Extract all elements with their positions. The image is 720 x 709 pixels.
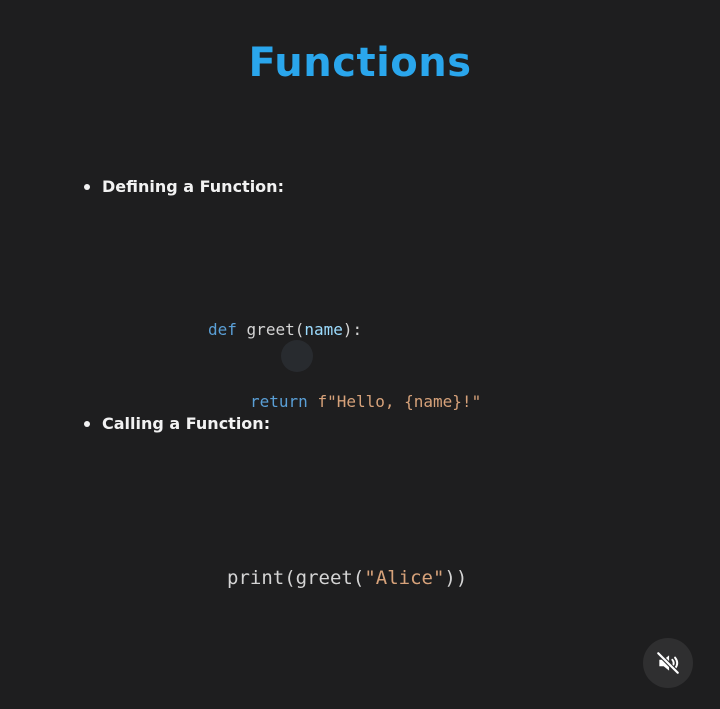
code-keyword: return: [250, 392, 308, 411]
code-function-name: greet: [295, 567, 353, 589]
code-punct: )): [444, 567, 468, 589]
code-function-name: greet: [246, 320, 295, 339]
code-function-name: print: [227, 567, 285, 589]
code-string: "Alice": [364, 567, 445, 589]
slide-title: Functions: [248, 40, 472, 86]
code-param: name: [304, 320, 343, 339]
bullet-label: Calling a Function:: [102, 414, 271, 433]
bullet-calling-function: Calling a Function:: [84, 414, 270, 433]
code-block-define: def greet(name): return f"Hello, {name}!…: [208, 270, 481, 462]
code-punct: (: [284, 567, 296, 589]
mute-button[interactable]: [643, 638, 693, 688]
watermark-logo: [281, 340, 329, 372]
bullet-label: Defining a Function:: [102, 177, 284, 196]
code-line: def greet(name):: [208, 318, 481, 342]
speaker-muted-icon: [656, 651, 680, 675]
code-string: f"Hello, {name}!": [317, 392, 482, 411]
bullet-dot: [84, 420, 90, 427]
code-line: print(greet("Alice")): [227, 565, 467, 591]
code-line: return f"Hello, {name}!": [208, 390, 481, 414]
code-punct: (: [352, 567, 365, 589]
watermark-icon: [281, 340, 313, 372]
code-keyword: def: [208, 320, 237, 339]
slide: Functions Defining a Function: def greet…: [0, 0, 720, 709]
code-punct: (: [294, 320, 305, 339]
code-block-call: print(greet("Alice")): [227, 513, 467, 643]
code-punct: ):: [342, 320, 363, 339]
bullet-defining-function: Defining a Function:: [84, 177, 284, 196]
bullet-dot: [84, 183, 90, 190]
